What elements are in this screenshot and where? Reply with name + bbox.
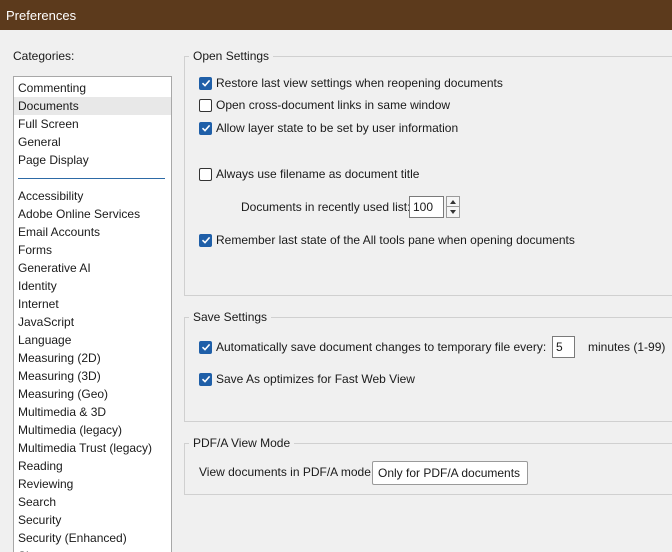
category-item-page-display[interactable]: Page Display [14, 151, 171, 169]
category-item-multimedia-legacy[interactable]: Multimedia (legacy) [14, 421, 171, 439]
categories-list[interactable]: Commenting Documents Full Screen General Pag… [13, 76, 172, 552]
category-item-measuring-3d[interactable]: Measuring (3D) [14, 367, 171, 385]
use-filename-title-option[interactable]: Always use filename as document title [199, 167, 419, 181]
window-title: Preferences [6, 8, 77, 23]
category-item-adobe-online-services[interactable]: Adobe Online Services [14, 205, 171, 223]
allow-layer-state-option[interactable]: Allow layer state to be set by user info… [199, 121, 458, 135]
category-item-reading[interactable]: Reading [14, 457, 171, 475]
category-item-identity[interactable]: Identity [14, 277, 171, 295]
checkmark-icon [201, 375, 210, 383]
open-cross-doc-links-option[interactable]: Open cross-document links in same window [199, 98, 450, 112]
use-filename-title-label: Always use filename as document title [216, 167, 420, 181]
remember-tools-pane-option[interactable]: Remember last state of the All tools pan… [199, 233, 575, 247]
allow-layer-state-checkbox[interactable] [199, 121, 212, 135]
autosave-minutes-suffix: minutes (1-99) [588, 340, 666, 354]
recent-list-spinner [446, 196, 460, 218]
category-item-javascript[interactable]: JavaScript [14, 313, 171, 331]
open-settings-title: Open Settings [189, 49, 274, 63]
category-item-general[interactable]: General [14, 133, 171, 151]
caret-down-icon [450, 210, 456, 214]
category-item-commenting[interactable]: Commenting [14, 79, 171, 97]
checkmark-icon [201, 236, 210, 244]
categories-separator [18, 178, 165, 179]
category-item-multimedia-trust-legacy[interactable]: Multimedia Trust (legacy) [14, 439, 171, 457]
pdfa-view-mode-title: PDF/A View Mode [189, 436, 295, 450]
checkmark-icon [201, 343, 210, 351]
window-title-bar: Preferences [0, 0, 672, 30]
category-item-full-screen[interactable]: Full Screen [14, 115, 171, 133]
pdfa-view-label: View documents in PDF/A mode: [199, 465, 375, 479]
restore-last-view-label: Restore last view settings when reopenin… [216, 76, 503, 90]
restore-last-view-checkbox[interactable] [199, 76, 212, 90]
category-item-internet[interactable]: Internet [14, 295, 171, 313]
recent-list-spin-up-button[interactable] [446, 196, 460, 207]
category-item-generative-ai[interactable]: Generative AI [14, 259, 171, 277]
open-cross-doc-links-label: Open cross-document links in same window [216, 98, 451, 112]
autosave-minutes-input[interactable]: 5 [552, 336, 575, 358]
save-settings-group [184, 317, 672, 422]
category-item-multimedia-3d[interactable]: Multimedia & 3D [14, 403, 171, 421]
restore-last-view-option[interactable]: Restore last view settings when reopenin… [199, 76, 503, 90]
category-item-language[interactable]: Language [14, 331, 171, 349]
recent-list-spin-down-button[interactable] [446, 207, 460, 218]
save-settings-title: Save Settings [189, 310, 272, 324]
category-item-security-enhanced[interactable]: Security (Enhanced) [14, 529, 171, 547]
category-item-signatures[interactable]: Signatures [14, 547, 171, 552]
autosave-label: Automatically save document changes to t… [216, 340, 547, 354]
open-cross-doc-links-checkbox[interactable] [199, 98, 212, 112]
fast-web-view-label: Save As optimizes for Fast Web View [216, 372, 415, 386]
recent-list-label: Documents in recently used list: [241, 200, 411, 214]
remember-tools-pane-checkbox[interactable] [199, 233, 212, 247]
category-item-measuring-geo[interactable]: Measuring (Geo) [14, 385, 171, 403]
category-item-documents[interactable]: Documents [14, 97, 171, 115]
remember-tools-pane-label: Remember last state of the All tools pan… [216, 233, 575, 247]
category-item-forms[interactable]: Forms [14, 241, 171, 259]
category-item-reviewing[interactable]: Reviewing [14, 475, 171, 493]
use-filename-title-checkbox[interactable] [199, 167, 212, 181]
allow-layer-state-label: Allow layer state to be set by user info… [216, 121, 459, 135]
pdfa-view-mode-value: Only for PDF/A documents [378, 466, 521, 480]
fast-web-view-option[interactable]: Save As optimizes for Fast Web View [199, 372, 415, 386]
checkmark-icon [201, 124, 210, 132]
caret-up-icon [450, 199, 456, 204]
pdfa-view-mode-select[interactable]: Only for PDF/A documents [372, 461, 528, 485]
category-item-accessibility[interactable]: Accessibility [14, 187, 171, 205]
autosave-checkbox[interactable] [199, 340, 212, 354]
category-item-email-accounts[interactable]: Email Accounts [14, 223, 171, 241]
checkmark-icon [201, 79, 210, 87]
category-item-security[interactable]: Security [14, 511, 171, 529]
category-item-search[interactable]: Search [14, 493, 171, 511]
fast-web-view-checkbox[interactable] [199, 372, 212, 386]
recent-list-input[interactable]: 100 [409, 196, 444, 218]
autosave-option[interactable]: Automatically save document changes to t… [199, 340, 546, 354]
categories-label: Categories: [13, 49, 75, 63]
category-item-measuring-2d[interactable]: Measuring (2D) [14, 349, 171, 367]
